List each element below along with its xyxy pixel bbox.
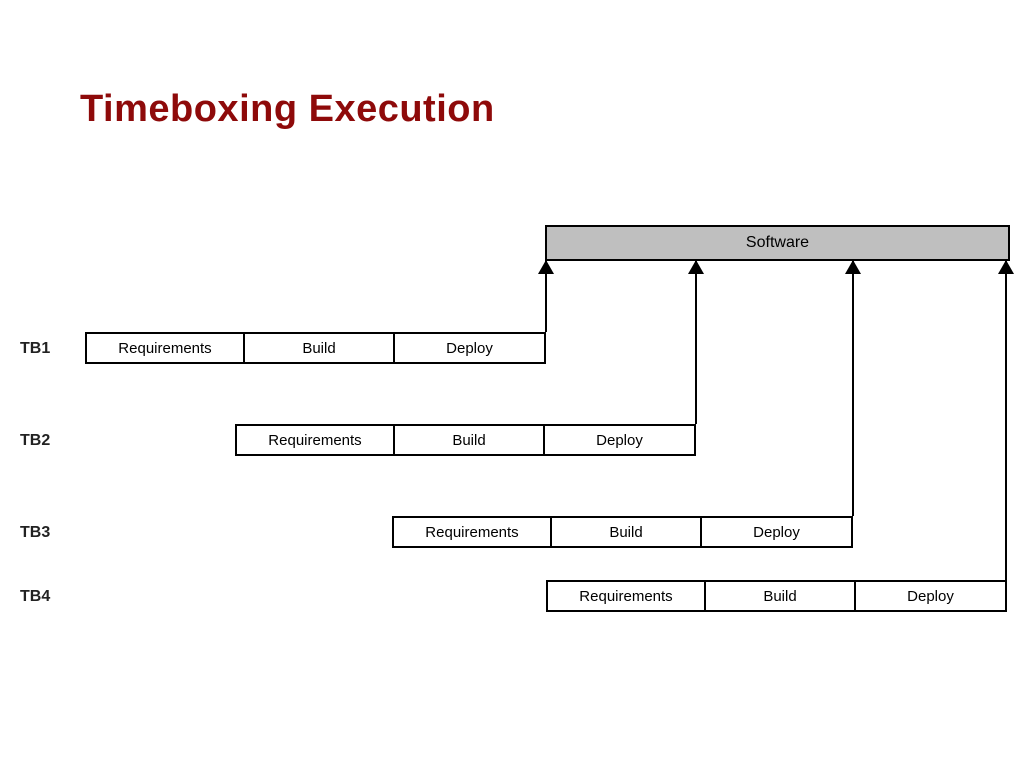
phase-deploy: Deploy — [543, 424, 696, 456]
row-label-tb1: TB1 — [20, 340, 50, 358]
phase-build: Build — [393, 424, 545, 456]
phase-requirements: Requirements — [392, 516, 552, 548]
phase-requirements: Requirements — [546, 580, 706, 612]
row-label-tb4: TB4 — [20, 588, 50, 606]
phase-row-tb4: Requirements Build Deploy — [546, 580, 1008, 612]
phase-deploy: Deploy — [393, 332, 546, 364]
phase-build: Build — [704, 580, 856, 612]
row-label-tb2: TB2 — [20, 432, 50, 450]
arrow-tb1 — [545, 261, 547, 332]
phase-row-tb2: Requirements Build Deploy — [235, 424, 697, 456]
phase-deploy: Deploy — [700, 516, 853, 548]
phase-build: Build — [243, 332, 395, 364]
phase-requirements: Requirements — [85, 332, 245, 364]
arrow-tb3 — [852, 261, 854, 516]
software-label: Software — [746, 234, 809, 252]
phase-build: Build — [550, 516, 702, 548]
arrow-tb2 — [695, 261, 697, 424]
software-output-box: Software — [545, 225, 1010, 261]
arrow-tb4 — [1005, 261, 1007, 580]
phase-requirements: Requirements — [235, 424, 395, 456]
page-title: Timeboxing Execution — [80, 88, 495, 131]
row-label-tb3: TB3 — [20, 524, 50, 542]
phase-deploy: Deploy — [854, 580, 1007, 612]
phase-row-tb3: Requirements Build Deploy — [392, 516, 854, 548]
phase-row-tb1: Requirements Build Deploy — [85, 332, 546, 364]
diagram-stage: Timeboxing Execution Software TB1 TB2 TB… — [0, 0, 1024, 768]
